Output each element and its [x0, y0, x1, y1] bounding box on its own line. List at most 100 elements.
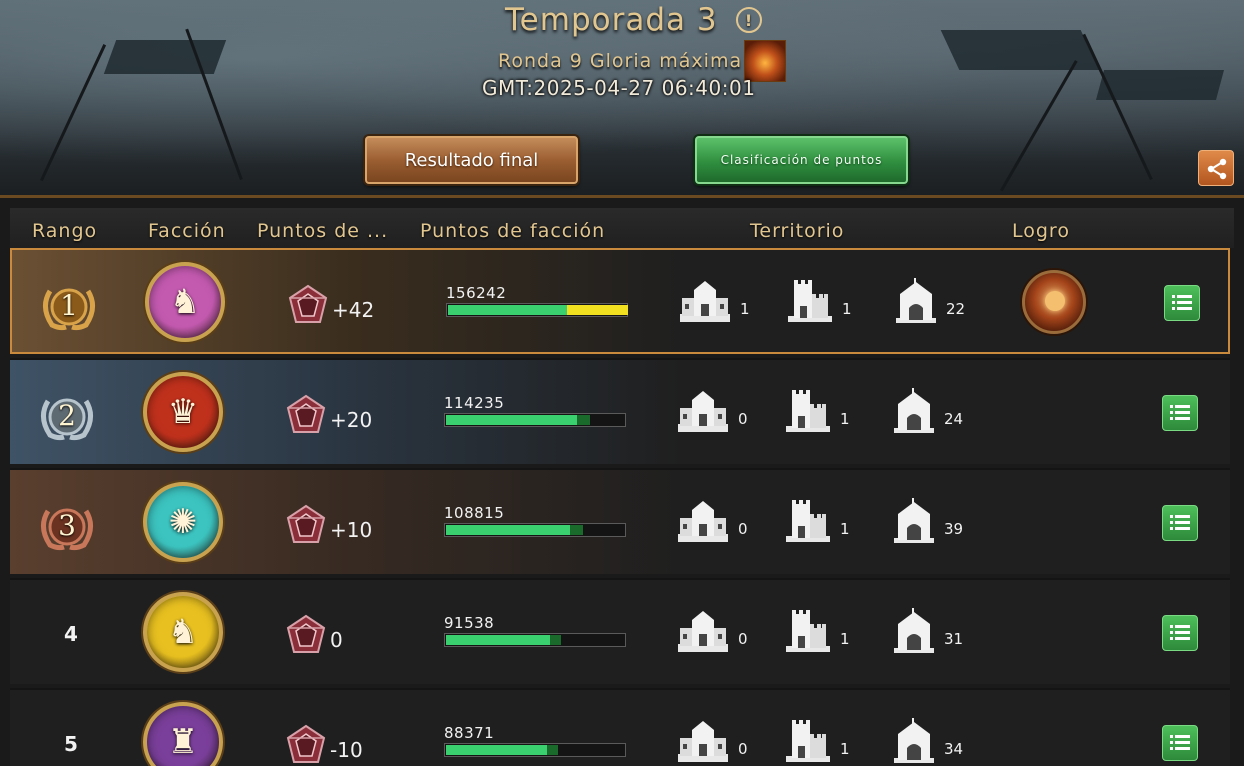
- list-icon: [1170, 405, 1190, 420]
- ranking-row: 5 ♜ -10 88371 0 1 34: [10, 688, 1230, 766]
- round-label: Ronda 9 Gloria máxima: [498, 50, 743, 72]
- faction-emblem[interactable]: ♞: [145, 262, 225, 342]
- details-list-button[interactable]: [1164, 285, 1200, 321]
- season-banner: Temporada 3 ! Ronda 9 Gloria máxima GMT:…: [0, 0, 1244, 198]
- capital-icon: [678, 391, 728, 432]
- season-title-group: Temporada 3 !: [505, 0, 762, 40]
- capital-count: 0: [738, 740, 748, 758]
- faction-points-icon: [286, 614, 326, 653]
- col-rank: Rango: [32, 220, 98, 242]
- castle-count: 1: [840, 410, 850, 428]
- faction-emblem[interactable]: ♞: [143, 592, 223, 672]
- faction-points-bar: [444, 413, 626, 427]
- points-change: +20: [330, 408, 373, 432]
- points-change: +10: [330, 518, 373, 542]
- share-button[interactable]: [1198, 150, 1234, 186]
- faction-sigil-icon: ♜: [167, 722, 199, 762]
- stronghold-count: 39: [944, 520, 964, 538]
- faction-points-value: 156242: [446, 284, 507, 302]
- faction-points-bar: [446, 303, 628, 317]
- castle-count: 1: [840, 630, 850, 648]
- territory-stronghold: 24: [892, 386, 963, 434]
- round-group: Ronda 9 Gloria máxima: [498, 40, 787, 82]
- castle-icon: [786, 390, 830, 432]
- stronghold-count: 31: [944, 630, 964, 648]
- points-change: +42: [332, 298, 375, 322]
- stronghold-count: 24: [944, 410, 964, 428]
- faction-sigil-icon: ✺: [168, 502, 198, 542]
- territory-stronghold: 31: [892, 606, 963, 654]
- banner-spear: [1082, 33, 1153, 180]
- col-faction: Facción: [148, 220, 226, 242]
- territory-capital: 0: [676, 716, 748, 764]
- castle-count: 1: [840, 740, 850, 758]
- territory-capital: 0: [676, 496, 748, 544]
- territory-stronghold: 22: [894, 276, 965, 324]
- faction-points-icon: [286, 504, 326, 543]
- castle-icon: [786, 610, 830, 652]
- rank-medal: 3: [36, 503, 98, 551]
- achievement-badge-icon[interactable]: [1022, 270, 1086, 334]
- faction-points-icon: [288, 284, 328, 323]
- territory-capital: 0: [676, 386, 748, 434]
- details-list-button[interactable]: [1162, 725, 1198, 761]
- gmt-timestamp: GMT:2025-04-27 06:40:01: [482, 76, 756, 100]
- faction-emblem[interactable]: ♜: [143, 702, 223, 766]
- table-header: Rango Facción Puntos de ... Puntos de fa…: [10, 208, 1234, 248]
- share-icon: [1207, 158, 1227, 180]
- faction-points-value: 114235: [444, 394, 505, 412]
- capital-count: 0: [738, 630, 748, 648]
- capital-count: 0: [738, 520, 748, 538]
- details-list-button[interactable]: [1162, 395, 1198, 431]
- stronghold-count: 22: [946, 300, 966, 318]
- castle-icon: [788, 280, 832, 322]
- territory-stronghold: 34: [892, 716, 963, 764]
- capital-icon: [680, 281, 730, 322]
- banner-spear: [1000, 60, 1078, 192]
- points-change: -10: [330, 738, 363, 762]
- territory-stronghold: 39: [892, 496, 963, 544]
- ranking-row: 4 ♞ 0 91538 0 1 31: [10, 578, 1230, 684]
- rank-medal: 1: [38, 283, 100, 331]
- col-territory: Territorio: [750, 220, 845, 242]
- final-result-button[interactable]: Resultado final: [365, 136, 578, 184]
- territory-castle: 1: [784, 716, 850, 764]
- faction-emblem[interactable]: ♛: [143, 372, 223, 452]
- castle-icon: [786, 720, 830, 762]
- rank-number: 2: [58, 399, 76, 432]
- territory-castle: 1: [784, 606, 850, 654]
- faction-emblem[interactable]: ✺: [143, 482, 223, 562]
- capital-icon: [678, 611, 728, 652]
- details-list-button[interactable]: [1162, 505, 1198, 541]
- territory-castle: 1: [784, 496, 850, 544]
- territory-capital: 0: [676, 606, 748, 654]
- stronghold-icon: [894, 388, 934, 433]
- stronghold-icon: [894, 608, 934, 653]
- faction-sigil-icon: ♛: [167, 392, 199, 432]
- castle-count: 1: [840, 520, 850, 538]
- list-icon: [1170, 735, 1190, 750]
- ranking-row: 2 ♛ +20 114235 0 1 24: [10, 358, 1230, 464]
- stronghold-count: 34: [944, 740, 964, 758]
- rank-medal: 2: [36, 393, 98, 441]
- list-icon: [1170, 625, 1190, 640]
- faction-points-bar: [444, 523, 626, 537]
- stronghold-icon: [896, 278, 936, 323]
- details-list-button[interactable]: [1162, 615, 1198, 651]
- faction-points-value: 91538: [444, 614, 495, 632]
- rank-number: 5: [64, 732, 78, 756]
- faction-points-icon: [286, 724, 326, 763]
- info-icon[interactable]: !: [735, 7, 762, 33]
- ranking-row: 1 ♞ +42 156242 1 1 22: [10, 248, 1230, 354]
- col-achievement: Logro: [1012, 220, 1070, 242]
- faction-points-value: 108815: [444, 504, 505, 522]
- ranking-row: 3 ✺ +10 108815 0 1 39: [10, 468, 1230, 574]
- rank-number: 1: [60, 289, 78, 322]
- faction-points-value: 88371: [444, 724, 495, 742]
- points-ranking-button[interactable]: Clasificación de puntos: [695, 136, 908, 184]
- list-icon: [1172, 295, 1192, 310]
- capital-icon: [678, 721, 728, 762]
- castle-count: 1: [842, 300, 852, 318]
- capital-icon: [678, 501, 728, 542]
- faction-points-bar: [444, 633, 626, 647]
